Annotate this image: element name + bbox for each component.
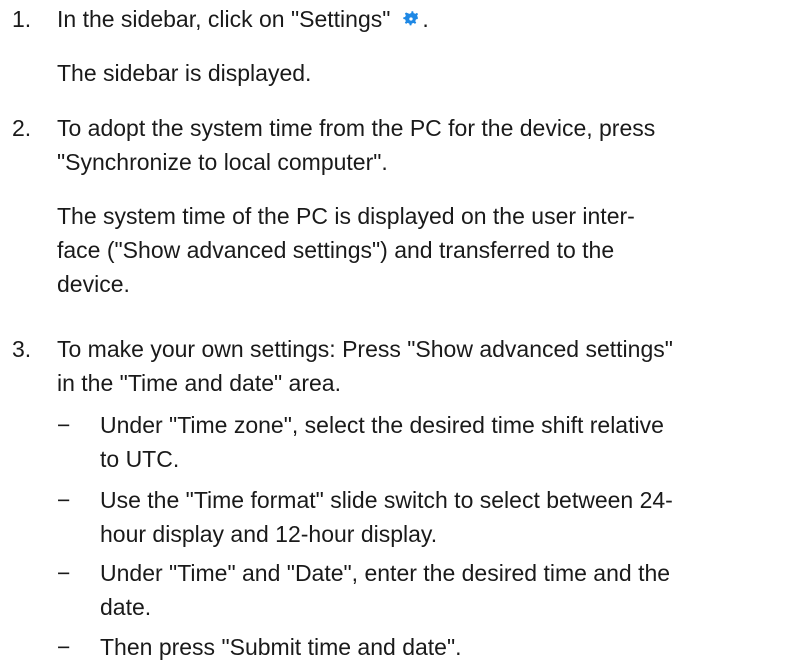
bullet-text-line: Use the "Time format" slide switch to se…: [100, 487, 673, 513]
gear-icon: [400, 5, 422, 27]
instruction-document: 1. In the sidebar, click on "Settings". …: [0, 0, 804, 660]
step-text: To make your own settings: Press "Show a…: [57, 332, 797, 400]
bullet-dash: −: [57, 560, 71, 586]
step-text-line: in the "Time and date" area.: [57, 370, 341, 396]
step-text-line: To adopt the system time from the PC for…: [57, 115, 656, 141]
bullet-text-line: Under "Time zone", select the desired ti…: [100, 412, 664, 438]
step-text-part: In the sidebar, click on "Settings": [57, 6, 391, 32]
bullet-dash: −: [57, 634, 71, 660]
bullet-dash: −: [57, 487, 71, 513]
step-result-line: device.: [57, 271, 130, 297]
step-number: 1.: [12, 6, 32, 32]
bullet-text-line: Then press "Submit time and date".: [100, 634, 462, 660]
bullet-dash: −: [57, 412, 71, 438]
step-result-line: The system time of the PC is displayed o…: [57, 203, 635, 229]
bullet-text: Use the "Time format" slide switch to se…: [100, 483, 797, 551]
step-result-line: face ("Show advanced settings") and tran…: [57, 237, 615, 263]
bullet-text: Then press "Submit time and date".: [100, 630, 797, 664]
bullet-text-line: hour display and 12-hour display.: [100, 521, 438, 547]
bullet-text-line: to UTC.: [100, 446, 180, 472]
step-result: The sidebar is displayed.: [57, 60, 312, 86]
step-number: 3.: [12, 336, 32, 362]
bullet-text: Under "Time zone", select the desired ti…: [100, 408, 797, 476]
step-number: 2.: [12, 115, 32, 141]
bullet-text: Under "Time" and "Date", enter the desir…: [100, 556, 797, 624]
bullet-text-line: Under "Time" and "Date", enter the desir…: [100, 560, 671, 586]
step-text: To adopt the system time from the PC for…: [57, 111, 797, 179]
step-text: In the sidebar, click on "Settings".: [57, 2, 797, 36]
step-result: The system time of the PC is displayed o…: [57, 199, 797, 301]
step-text-line: To make your own settings: Press "Show a…: [57, 336, 673, 362]
step-text-line: "Synchronize to local computer".: [57, 149, 388, 175]
bullet-text-line: date.: [100, 594, 152, 620]
step-text-part: .: [422, 6, 429, 32]
